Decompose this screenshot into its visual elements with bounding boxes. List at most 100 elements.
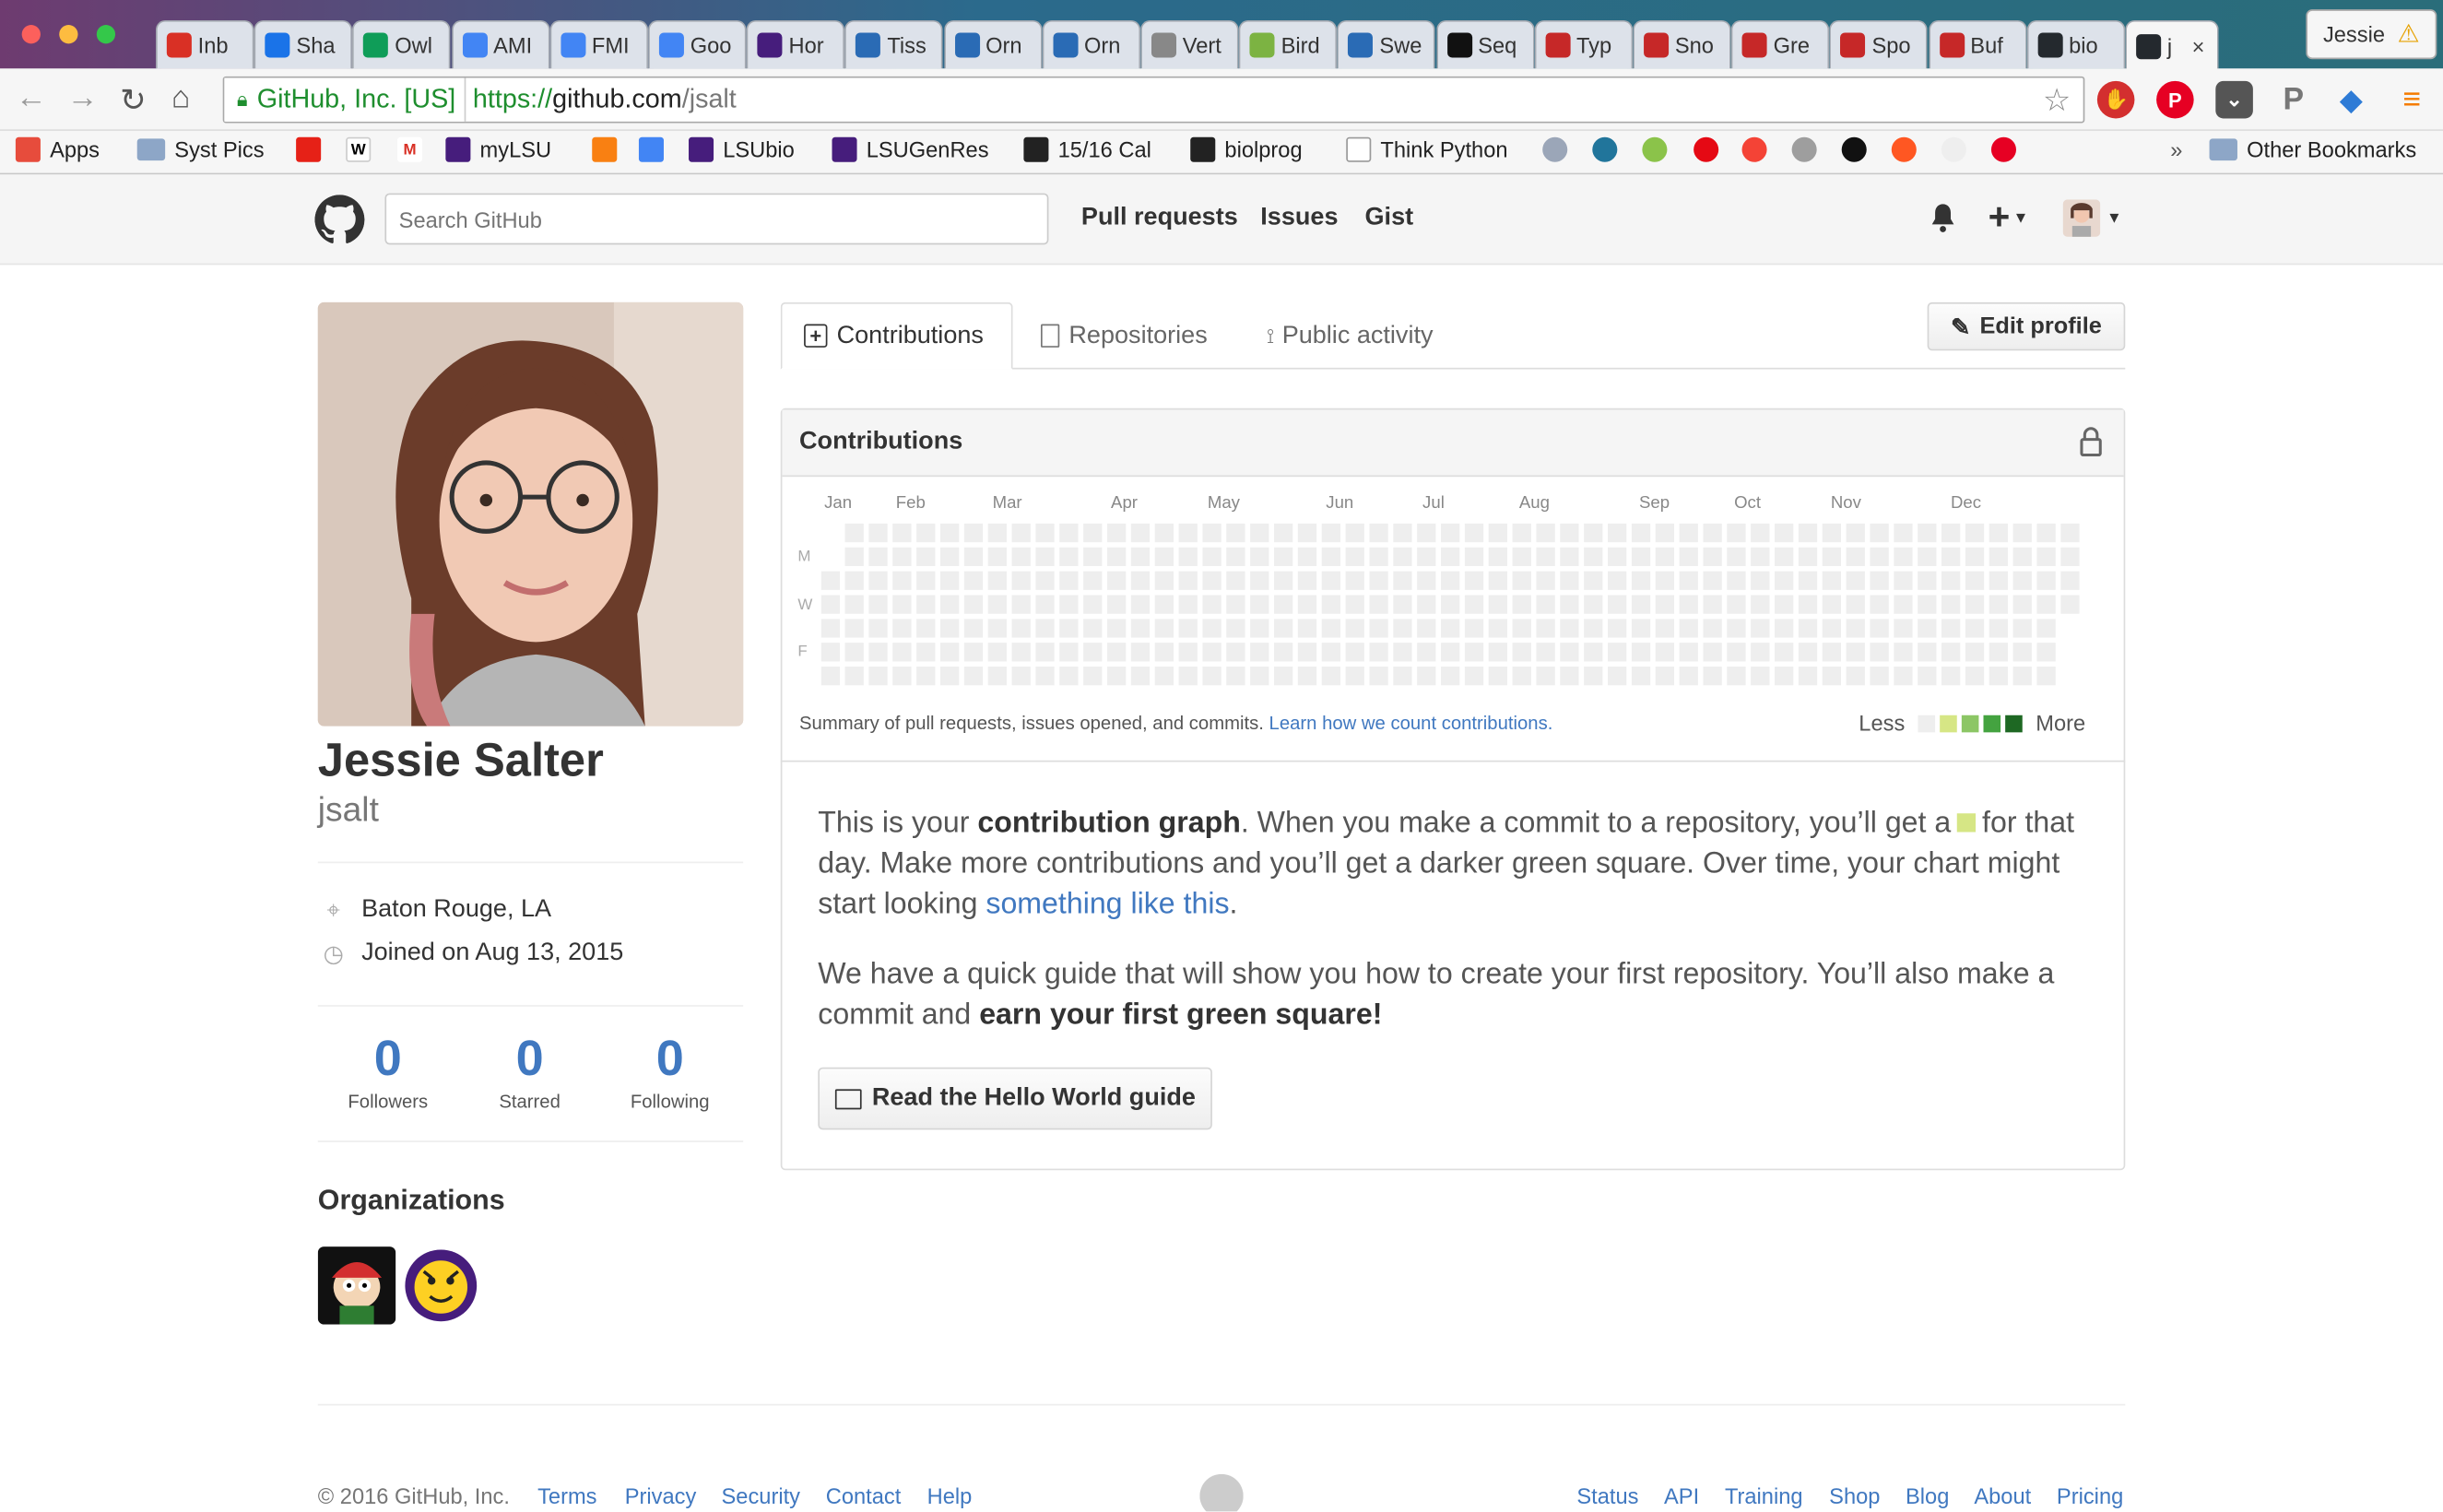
home-icon[interactable]: ⌂ bbox=[171, 81, 190, 117]
contribution-day-cell[interactable] bbox=[2012, 643, 2032, 662]
contribution-day-cell[interactable] bbox=[1655, 523, 1675, 543]
footer-link[interactable]: Terms bbox=[537, 1483, 596, 1508]
contribution-day-cell[interactable] bbox=[1775, 547, 1794, 567]
bookmark-item[interactable]: W bbox=[346, 136, 380, 162]
contribution-day-cell[interactable] bbox=[1464, 547, 1484, 567]
contribution-day-cell[interactable] bbox=[1011, 571, 1031, 590]
browser-tab[interactable]: Hor bbox=[746, 19, 845, 69]
other-bookmarks[interactable]: Other Bookmarks bbox=[2209, 137, 2416, 162]
contribution-day-cell[interactable] bbox=[1560, 571, 1579, 590]
contribution-day-cell[interactable] bbox=[1130, 571, 1151, 590]
bookmark-item[interactable]: LSUGenRes bbox=[832, 136, 989, 162]
bookmark-item[interactable] bbox=[592, 136, 626, 162]
contribution-day-cell[interactable] bbox=[1608, 643, 1627, 662]
contribution-day-cell[interactable] bbox=[1130, 523, 1151, 543]
contribution-day-cell[interactable] bbox=[1106, 667, 1127, 686]
contribution-day-cell[interactable] bbox=[1536, 547, 1555, 567]
contribution-day-cell[interactable] bbox=[1536, 643, 1555, 662]
contribution-day-cell[interactable] bbox=[1989, 667, 2009, 686]
contribution-day-cell[interactable] bbox=[1441, 523, 1460, 543]
contribution-day-cell[interactable] bbox=[1941, 571, 1961, 590]
contribution-day-cell[interactable] bbox=[1775, 595, 1794, 614]
contribution-day-cell[interactable] bbox=[916, 523, 936, 543]
contribution-day-cell[interactable] bbox=[1918, 547, 1937, 567]
contribution-day-cell[interactable] bbox=[1106, 619, 1127, 638]
contribution-day-cell[interactable] bbox=[1608, 619, 1627, 638]
contribution-day-cell[interactable] bbox=[1250, 571, 1269, 590]
contribution-day-cell[interactable] bbox=[1703, 523, 1722, 543]
contribution-day-cell[interactable] bbox=[1297, 643, 1317, 662]
contribution-day-cell[interactable] bbox=[1345, 595, 1364, 614]
contribution-day-cell[interactable] bbox=[1297, 667, 1317, 686]
contribution-day-cell[interactable] bbox=[1989, 523, 2009, 543]
browser-tab[interactable]: AMI bbox=[451, 19, 549, 69]
bookmark-item[interactable]: Think Python bbox=[1346, 136, 1508, 162]
contribution-day-cell[interactable] bbox=[868, 643, 888, 662]
contribution-day-cell[interactable] bbox=[1679, 619, 1698, 638]
contribution-day-cell[interactable] bbox=[892, 523, 912, 543]
contribution-day-cell[interactable] bbox=[1965, 619, 1985, 638]
contribution-day-cell[interactable] bbox=[1560, 643, 1579, 662]
footer-link[interactable]: Security bbox=[722, 1483, 800, 1508]
contribution-day-cell[interactable] bbox=[1751, 667, 1770, 686]
contribution-day-cell[interactable] bbox=[1154, 547, 1174, 567]
contribution-day-cell[interactable] bbox=[939, 523, 960, 543]
contribution-day-cell[interactable] bbox=[1679, 523, 1698, 543]
contribution-day-cell[interactable] bbox=[1941, 667, 1961, 686]
contribution-day-cell[interactable] bbox=[1703, 643, 1722, 662]
contribution-day-cell[interactable] bbox=[1488, 643, 1508, 662]
bookmark-item[interactable] bbox=[638, 136, 673, 162]
contribution-day-cell[interactable] bbox=[1178, 547, 1198, 567]
browser-tab[interactable]: Sno bbox=[1633, 19, 1731, 69]
contribution-day-cell[interactable] bbox=[1584, 667, 1603, 686]
bookmark-item[interactable]: myLSU bbox=[445, 136, 551, 162]
contribution-day-cell[interactable] bbox=[844, 571, 864, 590]
contribution-day-cell[interactable] bbox=[1822, 619, 1842, 638]
contribution-day-cell[interactable] bbox=[844, 595, 864, 614]
more-bookmarks-chevron[interactable]: » bbox=[2170, 137, 2182, 162]
contribution-day-cell[interactable] bbox=[1202, 643, 1222, 662]
tab-contributions[interactable]: + Contributions bbox=[780, 301, 1013, 370]
contribution-day-cell[interactable] bbox=[1250, 667, 1269, 686]
contribution-day-cell[interactable] bbox=[1297, 595, 1317, 614]
browser-tab[interactable]: Buf bbox=[1928, 19, 2027, 69]
contribution-day-cell[interactable] bbox=[1655, 643, 1675, 662]
contribution-day-cell[interactable] bbox=[1775, 667, 1794, 686]
contribution-day-cell[interactable] bbox=[1965, 523, 1985, 543]
contribution-day-cell[interactable] bbox=[1727, 595, 1746, 614]
bookmark-favicon-icon[interactable] bbox=[1741, 136, 1776, 162]
contribution-day-cell[interactable] bbox=[892, 595, 912, 614]
close-tab-icon[interactable]: × bbox=[2192, 33, 2205, 58]
contribution-day-cell[interactable] bbox=[1727, 619, 1746, 638]
contribution-day-cell[interactable] bbox=[916, 619, 936, 638]
contribution-day-cell[interactable] bbox=[2012, 619, 2032, 638]
contribution-day-cell[interactable] bbox=[1011, 619, 1031, 638]
contribution-day-cell[interactable] bbox=[1035, 667, 1055, 686]
paypal-extension-icon[interactable]: P bbox=[2275, 81, 2313, 119]
contribution-day-cell[interactable] bbox=[1464, 667, 1484, 686]
contribution-day-cell[interactable] bbox=[1035, 595, 1055, 614]
contribution-day-cell[interactable] bbox=[1512, 523, 1531, 543]
contribution-day-cell[interactable] bbox=[1321, 619, 1340, 638]
bookmark-item[interactable]: LSUbio bbox=[689, 136, 795, 162]
contribution-day-cell[interactable] bbox=[1464, 523, 1484, 543]
contribution-day-cell[interactable] bbox=[1989, 547, 2009, 567]
contribution-day-cell[interactable] bbox=[1273, 595, 1293, 614]
contribution-day-cell[interactable] bbox=[1011, 547, 1031, 567]
browser-tab[interactable]: Vert bbox=[1140, 19, 1239, 69]
contribution-day-cell[interactable] bbox=[987, 547, 1007, 567]
footer-link[interactable]: Contact bbox=[826, 1483, 902, 1508]
contribution-day-cell[interactable] bbox=[1584, 619, 1603, 638]
contribution-day-cell[interactable] bbox=[1417, 571, 1436, 590]
contribution-day-cell[interactable] bbox=[1822, 547, 1842, 567]
contribution-day-cell[interactable] bbox=[1941, 619, 1961, 638]
contribution-day-cell[interactable] bbox=[1130, 595, 1151, 614]
contribution-day-cell[interactable] bbox=[1894, 619, 1913, 638]
close-window-button[interactable] bbox=[21, 25, 41, 44]
contribution-day-cell[interactable] bbox=[1154, 595, 1174, 614]
contribution-day-cell[interactable] bbox=[1035, 523, 1055, 543]
contribution-day-cell[interactable] bbox=[1369, 619, 1388, 638]
contribution-day-cell[interactable] bbox=[1011, 643, 1031, 662]
bookmark-item[interactable] bbox=[296, 136, 330, 162]
contribution-day-cell[interactable] bbox=[1894, 523, 1913, 543]
